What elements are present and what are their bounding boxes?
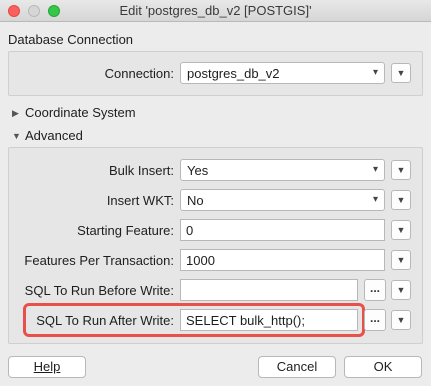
sql-after-write-input[interactable]: SELECT bulk_http(); — [180, 309, 358, 331]
sql-after-write-label: SQL To Run After Write: — [36, 313, 174, 328]
connection-select[interactable]: postgres_db_v2 ▾ — [180, 62, 385, 84]
starting-feature-label: Starting Feature: — [77, 223, 174, 238]
insert-wkt-value: No — [187, 193, 204, 208]
database-connection-heading: Database Connection — [8, 32, 134, 47]
starting-feature-input[interactable]: 0 — [180, 219, 385, 241]
bulk-insert-value: Yes — [187, 163, 209, 178]
title-bar: Edit 'postgres_db_v2 [POSTGIS]' — [0, 0, 431, 22]
sql-before-write-input[interactable] — [180, 279, 358, 301]
ok-button[interactable]: OK — [344, 356, 422, 378]
insert-wkt-label: Insert WKT: — [106, 193, 174, 208]
chevron-down-icon: ▾ — [372, 164, 378, 175]
connection-value: postgres_db_v2 — [187, 66, 280, 81]
bulk-insert-menu-button[interactable]: ▼ — [391, 160, 411, 180]
help-button[interactable]: Help — [8, 356, 86, 378]
bulk-insert-label: Bulk Insert: — [108, 163, 174, 178]
cancel-button[interactable]: Cancel — [258, 356, 336, 378]
sql-after-write-browse-button[interactable]: ... — [364, 309, 386, 331]
sql-before-write-label: SQL To Run Before Write: — [24, 283, 174, 298]
chevron-down-icon: ▼ — [396, 68, 406, 78]
sql-before-write-menu-button[interactable]: ▼ — [391, 280, 411, 300]
insert-wkt-select[interactable]: No ▾ — [180, 189, 385, 211]
chevron-down-icon: ▼ — [396, 225, 406, 235]
chevron-down-icon: ▼ — [396, 285, 406, 295]
features-per-transaction-input[interactable]: 1000 — [180, 249, 385, 271]
starting-feature-menu-button[interactable]: ▼ — [391, 220, 411, 240]
connection-menu-button[interactable]: ▼ — [391, 63, 411, 83]
insert-wkt-menu-button[interactable]: ▼ — [391, 190, 411, 210]
connection-label: Connection: — [104, 66, 174, 81]
sql-before-write-browse-button[interactable]: ... — [364, 279, 386, 301]
coordinate-system-heading[interactable]: Coordinate System — [25, 105, 136, 120]
chevron-down-icon: ▼ — [396, 165, 406, 175]
features-per-transaction-menu-button[interactable]: ▼ — [391, 250, 411, 270]
advanced-heading[interactable]: Advanced — [25, 128, 83, 143]
triangle-down-icon[interactable]: ▼ — [12, 131, 21, 141]
chevron-down-icon: ▾ — [372, 67, 378, 78]
triangle-right-icon[interactable]: ▶ — [12, 108, 19, 119]
features-per-transaction-label: Features Per Transaction: — [24, 253, 174, 268]
bulk-insert-select[interactable]: Yes ▾ — [180, 159, 385, 181]
chevron-down-icon: ▾ — [372, 194, 378, 205]
dialog-window: Edit 'postgres_db_v2 [POSTGIS]' Database… — [0, 0, 431, 386]
window-title: Edit 'postgres_db_v2 [POSTGIS]' — [119, 3, 312, 18]
sql-after-write-menu-button[interactable]: ▼ — [391, 310, 411, 330]
chevron-down-icon: ▼ — [396, 255, 406, 265]
chevron-down-icon: ▼ — [396, 195, 406, 205]
chevron-down-icon: ▼ — [396, 315, 406, 325]
